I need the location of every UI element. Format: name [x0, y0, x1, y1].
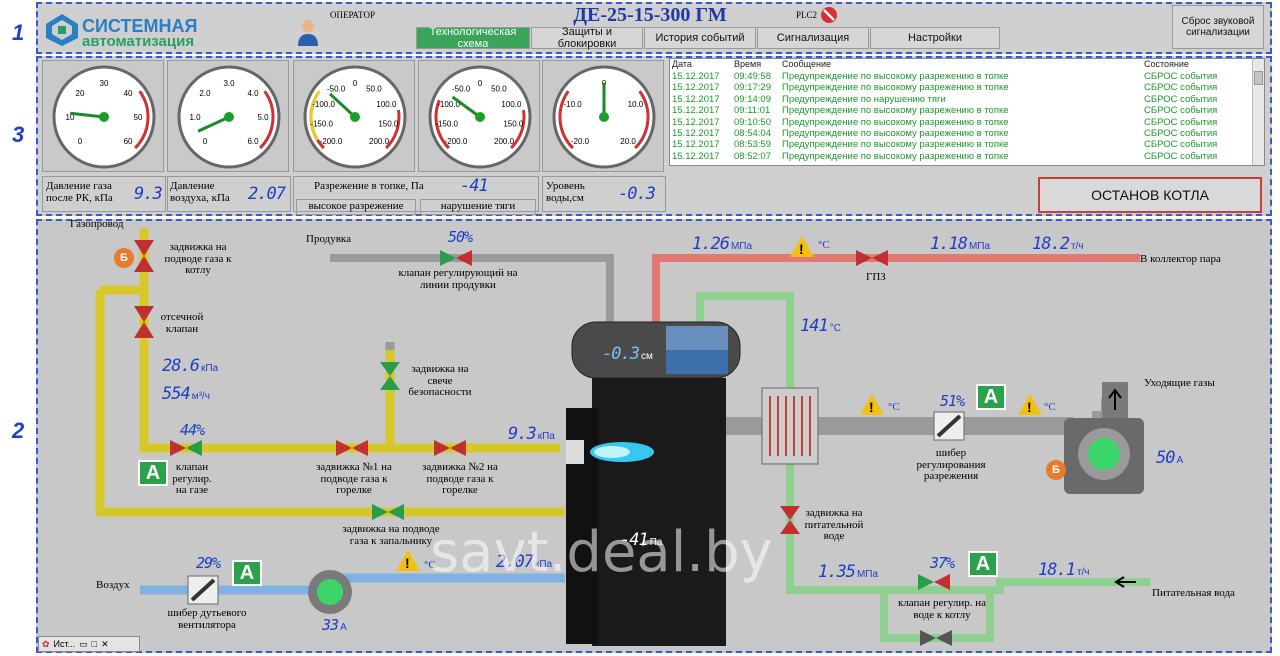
steam-collector-label: В коллектор пара — [1140, 253, 1221, 265]
mode-b-badge-exhaust: Б — [1046, 460, 1066, 480]
watermark: savt.deal.by — [430, 520, 773, 585]
warning-icon-air-temp — [396, 550, 420, 571]
scada-screen: 1 3 2 СИСТЕМНАЯ автоматизация ОПЕРАТОР Д… — [0, 0, 1280, 656]
gas-line-label: Газопровод — [70, 218, 124, 230]
purge-valve-label: клапан регулирующий на линии продувки — [398, 267, 518, 291]
feed-reg-valve-label: клапан регулир. на воде к котлу — [897, 597, 987, 621]
eco-temp-unit: °С — [829, 323, 841, 334]
gas-valve-pct: 44% — [180, 421, 205, 439]
steam-out-pressure-unit: МПа — [968, 241, 991, 252]
flue-damper-label: шибер регулирования разрежения — [916, 447, 986, 483]
mode-a-badge-feed[interactable]: A — [968, 551, 998, 577]
fan-current-unit: А — [340, 622, 347, 633]
mode-b-badge-gas: Б — [114, 248, 134, 268]
warning-icon-flue-temp — [860, 394, 884, 415]
maximize-icon[interactable]: □ — [92, 639, 97, 649]
feed-pressure-unit: МПа — [856, 569, 879, 580]
burner-pressure-unit: кПа — [537, 431, 555, 442]
gas-inlet-valve-label: задвижка на подводе газа к котлу — [164, 241, 232, 277]
air-damper-pct: 29% — [196, 554, 221, 572]
purge-label: Продувка — [306, 233, 351, 245]
shutoff-valve-label: отсечной клапан — [160, 311, 204, 335]
safety-valve-label: задвижка на свече безопасности — [408, 363, 472, 399]
flue-damper-pct: 51% — [940, 392, 965, 410]
steam-flow-unit: т/ч — [1070, 241, 1084, 252]
air-label: Воздух — [96, 579, 130, 591]
valve1-label: задвижка №1 на подводе газа к горелке — [316, 461, 392, 497]
minimized-window-label: Ист... — [53, 639, 76, 649]
warning-icon-exhaust-temp — [1018, 394, 1042, 415]
minimized-window[interactable]: ✿ Ист... ▭ □ ✕ — [38, 636, 140, 652]
smoke-current-unit: А — [1176, 455, 1184, 466]
gas-pressure-value: 28.6 — [162, 356, 200, 376]
steam-pressure-value: 1.26 — [692, 234, 730, 254]
drum-level-value: -0.3 — [602, 344, 640, 364]
gas-valve-label: клапан регулир. на газе — [172, 461, 212, 497]
feed-valve-label: задвижка на питательной воде — [804, 507, 864, 543]
exhaust-temp-unit: °С — [1044, 401, 1056, 413]
burner-pressure-value: 9.3 — [508, 424, 537, 444]
eco-temp-value: 141 — [800, 316, 829, 336]
feed-pressure-value: 1.35 — [818, 562, 856, 582]
window-icon: ✿ — [42, 638, 50, 649]
feed-flow-unit: т/ч — [1076, 567, 1090, 578]
close-icon[interactable]: ✕ — [101, 639, 109, 650]
steam-temp-unit: °С — [818, 239, 830, 251]
feed-valve-pct: 37% — [930, 554, 955, 572]
smoke-current-value: 50 — [1156, 448, 1176, 468]
feed-flow-value: 18.1 — [1038, 560, 1076, 580]
valve2-label: задвижка №2 на подводе газа к горелке — [422, 461, 498, 497]
mode-a-badge-gas[interactable]: A — [138, 460, 168, 486]
gas-pressure-unit: кПа — [200, 363, 219, 374]
gpz-label: ГПЗ — [866, 271, 886, 283]
gas-flow-value: 554 — [162, 384, 191, 404]
air-damper-label: шибер дутьевого вентилятора — [167, 607, 247, 631]
drum-level-unit: см — [640, 351, 653, 362]
gas-flow-unit: м³/ч — [191, 391, 210, 402]
restore-icon[interactable]: ▭ — [79, 639, 88, 650]
purge-pct: 50% — [448, 228, 473, 246]
mode-a-badge-air[interactable]: A — [232, 560, 262, 586]
warning-icon-steam-temp — [790, 236, 814, 257]
steam-pressure-unit: МПа — [730, 241, 753, 252]
exhaust-label: Уходящие газы — [1144, 377, 1215, 389]
feed-water-label: Питательная вода — [1152, 587, 1235, 599]
steam-out-pressure-value: 1.18 — [930, 234, 968, 254]
steam-flow-value: 18.2 — [1032, 234, 1070, 254]
mode-a-badge-flue[interactable]: A — [976, 384, 1006, 410]
fan-current-value: 33 — [322, 616, 339, 634]
flue-temp-unit: °С — [888, 401, 900, 413]
